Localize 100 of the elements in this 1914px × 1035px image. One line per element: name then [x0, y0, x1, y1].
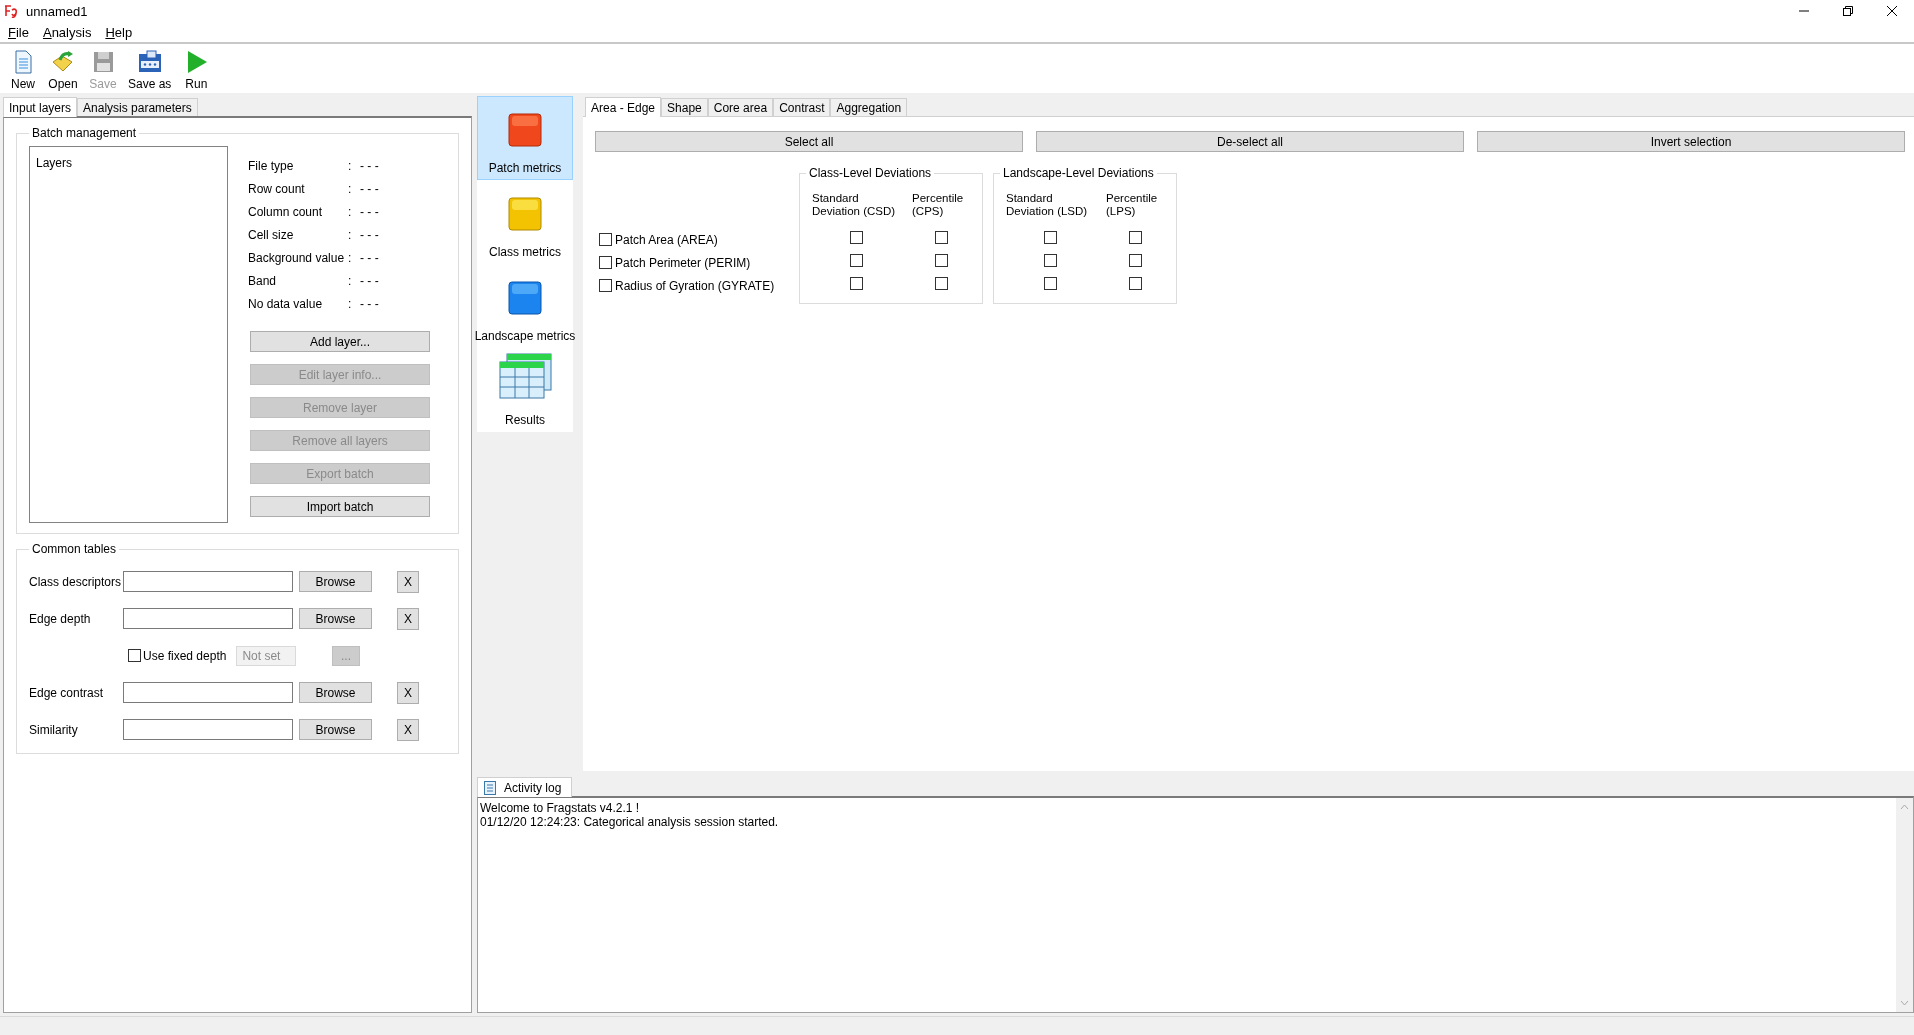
clear-button[interactable]: X	[397, 718, 419, 741]
file-path-field[interactable]	[123, 719, 293, 740]
menu-item[interactable]: File	[8, 24, 29, 40]
checkbox[interactable]	[849, 231, 863, 244]
info-value: - - -	[360, 251, 380, 266]
tab[interactable]: Activity log	[477, 777, 573, 797]
colon: :	[348, 159, 353, 174]
checkbox[interactable]	[1128, 254, 1142, 267]
browse-button[interactable]: Browse	[299, 682, 372, 703]
checkbox[interactable]	[1043, 277, 1057, 290]
checkbox-label: Use fixed depth	[143, 648, 227, 663]
square-icon	[508, 281, 542, 315]
selection-button[interactable]: De-select all	[1036, 131, 1464, 152]
floppy-disk-icon	[137, 50, 162, 74]
checkbox-label: Patch Perimeter (PERIM)	[615, 255, 751, 270]
checkbox[interactable]	[934, 277, 948, 290]
file-path-field[interactable]	[123, 608, 293, 629]
window-title: unnamed1	[26, 3, 88, 19]
nav-item[interactable]: Patch metrics	[477, 96, 573, 180]
selection-button[interactable]: Select all	[595, 131, 1023, 152]
colon: :	[348, 274, 353, 289]
field-label: Edge depth	[29, 611, 91, 626]
tab[interactable]: Contrast	[773, 98, 831, 116]
tab[interactable]: Analysis parameters	[77, 98, 198, 116]
column-header: Standard Deviation (CSD)	[811, 192, 897, 218]
info-value: - - -	[360, 228, 380, 243]
field-label: Similarity	[29, 722, 78, 737]
layers-list[interactable]: Layers	[29, 146, 228, 523]
checkbox[interactable]	[849, 254, 863, 267]
colon: :	[348, 297, 353, 312]
menu-item[interactable]: Help	[105, 24, 133, 40]
field-label: Edge contrast	[29, 685, 104, 700]
colon: :	[348, 228, 353, 243]
log-line: 01/12/20 12:24:23: Categorical analysis session started.	[480, 815, 780, 829]
info-label: Column count	[248, 205, 324, 220]
checkbox[interactable]	[1043, 254, 1057, 267]
checkbox[interactable]	[934, 254, 948, 267]
info-value: - - -	[360, 205, 380, 220]
info-label: Cell size	[248, 228, 295, 243]
browse-button[interactable]: Browse	[299, 608, 372, 629]
column-header: Standard Deviation (LSD)	[1005, 192, 1089, 218]
checkbox[interactable]	[599, 233, 612, 246]
column-header: Percentile (CPS)	[911, 192, 965, 218]
clear-button[interactable]: X	[397, 607, 419, 630]
log-line: Welcome to Fragstats v4.2.1 !	[480, 801, 641, 815]
group-title: Class-Level Deviations	[808, 166, 933, 180]
group-title: Common tables	[31, 542, 118, 556]
info-value: - - -	[360, 182, 380, 197]
checkbox[interactable]	[1128, 231, 1142, 244]
square-icon	[508, 113, 542, 147]
file-path-field[interactable]	[123, 682, 293, 703]
checkbox[interactable]	[128, 649, 141, 662]
checkbox[interactable]	[599, 279, 612, 292]
toolbar-button[interactable]: Run	[179, 50, 214, 91]
colon: :	[348, 205, 353, 220]
selection-button[interactable]: Invert selection	[1477, 131, 1905, 152]
checkbox[interactable]	[599, 256, 612, 269]
toolbar-button[interactable]: Save as	[126, 50, 174, 91]
toolbar-button[interactable]: New	[6, 50, 40, 91]
info-label: File type	[248, 159, 295, 174]
batch-button[interactable]: Add layer...	[250, 331, 430, 352]
list-header: Layers	[36, 156, 74, 170]
checkbox[interactable]	[849, 277, 863, 290]
info-value: - - -	[360, 274, 380, 289]
close-icon	[1887, 6, 1897, 16]
file-path-field[interactable]	[123, 571, 293, 592]
group-title: Batch management	[31, 126, 138, 140]
scrollbar[interactable]	[1896, 798, 1913, 1012]
info-label: Row count	[248, 182, 306, 197]
column-header: Percentile (LPS)	[1105, 192, 1159, 218]
table-stack-icon	[498, 353, 552, 399]
checkbox[interactable]	[1043, 231, 1057, 244]
checkbox[interactable]	[934, 231, 948, 244]
tab[interactable]: Shape	[661, 98, 708, 116]
info-value: - - -	[360, 159, 380, 174]
tab[interactable]: Area - Edge	[585, 97, 662, 117]
menu-item[interactable]: Analysis	[42, 24, 92, 40]
tab[interactable]: Aggregation	[830, 98, 908, 116]
browse-button[interactable]: Browse	[299, 719, 372, 740]
field-label: Class descriptors	[29, 574, 122, 589]
info-label: No data value	[248, 297, 324, 312]
colon: :	[348, 182, 353, 197]
app-logo-icon	[4, 4, 18, 18]
browse-button[interactable]: Browse	[299, 571, 372, 592]
checkbox-label: Radius of Gyration (GYRATE)	[615, 278, 775, 293]
folder-arrow-icon	[51, 50, 75, 74]
group-title: Landscape-Level Deviations	[1002, 166, 1155, 180]
document-icon	[484, 780, 496, 795]
clear-button[interactable]: X	[397, 681, 419, 704]
clear-button[interactable]: X	[397, 570, 419, 593]
batch-button[interactable]: Import batch	[250, 496, 430, 517]
info-label: Background value	[248, 251, 346, 266]
toolbar-button[interactable]: Open	[46, 50, 80, 91]
info-value: - - -	[360, 297, 380, 312]
square-icon	[508, 197, 542, 231]
checkbox-label: Patch Area (AREA)	[615, 232, 718, 247]
tab[interactable]: Core area	[707, 98, 774, 116]
restore-icon	[1843, 6, 1853, 16]
checkbox[interactable]	[1128, 277, 1142, 290]
tab[interactable]: Input layers	[3, 97, 78, 117]
